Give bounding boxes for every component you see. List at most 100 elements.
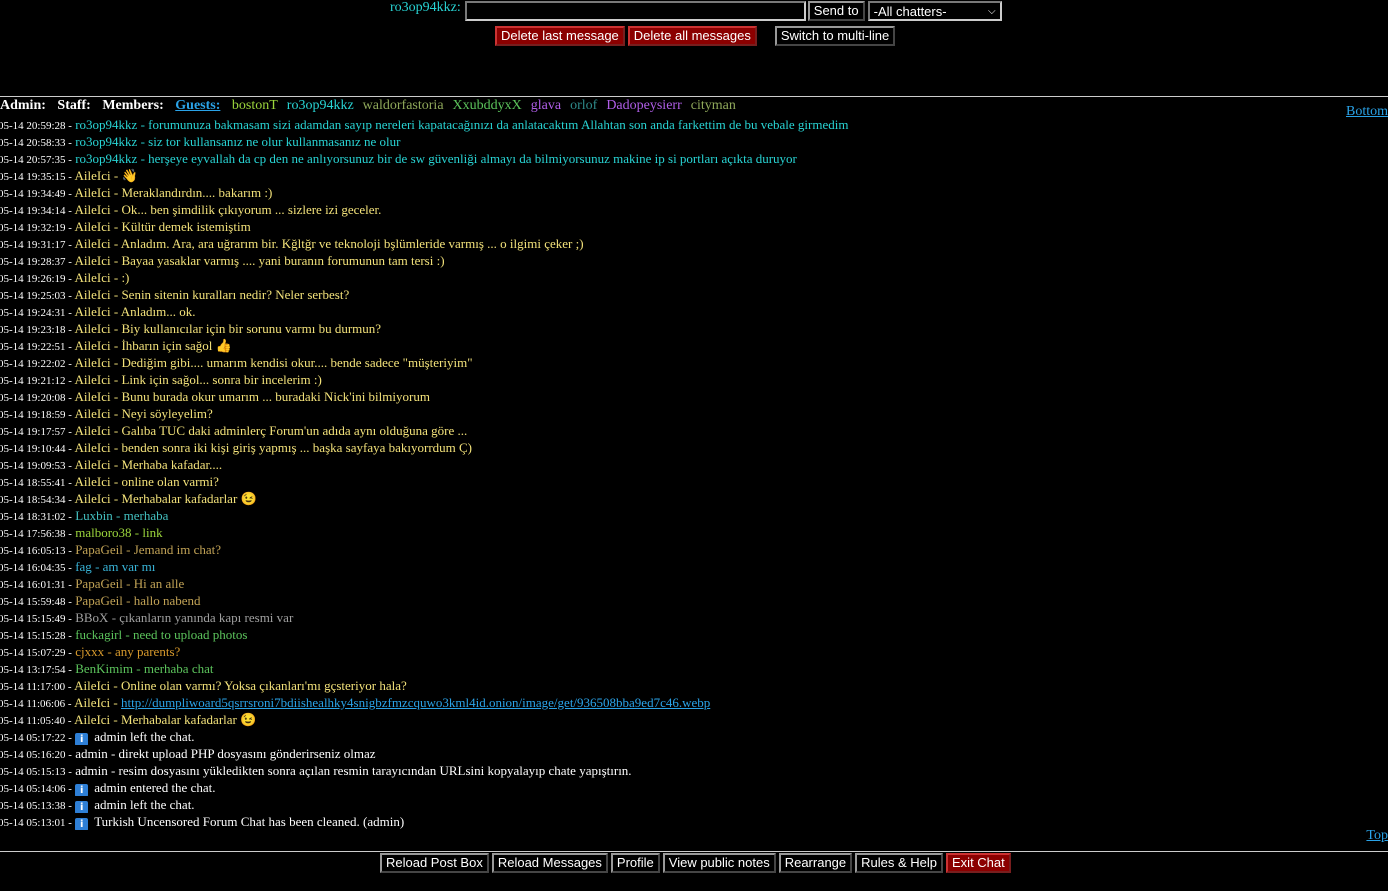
message-text: Bunu burada okur umarım ... buradaki Nic… bbox=[121, 389, 430, 404]
message-timestamp: 05-14 19:26:19 - bbox=[0, 273, 72, 285]
message-text: Dediğim gibi.... umarım kendisi okur....… bbox=[121, 355, 473, 370]
message-timestamp: 05-14 18:54:34 - bbox=[0, 494, 72, 506]
guest-list: bostonT ro3op94kkz waldorfastoria XxubddyxX… bbox=[232, 98, 745, 113]
rules-help-button[interactable]: Rules & Help bbox=[855, 853, 944, 873]
message-timestamp: 05-14 19:22:51 - bbox=[0, 341, 72, 353]
message-link[interactable]: http://dumpliwoard5qsrrsroni7bdiishealhk… bbox=[121, 695, 710, 710]
message-nick: AileIci bbox=[74, 253, 111, 268]
profile-button[interactable]: Profile bbox=[610, 853, 660, 873]
message-timestamp: 05-14 11:06:06 - bbox=[0, 698, 72, 710]
recipient-select[interactable]: -All chatters- ⌵ bbox=[867, 1, 1002, 21]
info-icon: i bbox=[75, 818, 89, 830]
rearrange-button[interactable]: Rearrange bbox=[778, 853, 853, 873]
delete-last-message-button[interactable]: Delete last message bbox=[495, 26, 625, 46]
message-row: 05-14 19:10:44 - AileIci - benden sonra … bbox=[0, 440, 473, 455]
send-button[interactable]: Send to bbox=[807, 1, 865, 21]
message-row: 05-14 19:18:59 - AileIci - Neyi söyleyel… bbox=[0, 406, 213, 421]
guest-nick[interactable]: bostonT bbox=[232, 98, 278, 113]
message-timestamp: 05-14 05:17:22 - bbox=[0, 732, 72, 744]
guest-nick[interactable]: waldorfastoria bbox=[363, 98, 444, 113]
message-nick: fag bbox=[75, 559, 92, 574]
message-nick: PapaGeil bbox=[75, 576, 123, 591]
message-nick: AileIci bbox=[74, 338, 111, 353]
message-text: Bayaa yasaklar varmış .... yani buranın … bbox=[121, 253, 445, 268]
message-text: online olan varmi? bbox=[121, 474, 219, 489]
message-timestamp: 05-14 19:10:44 - bbox=[0, 443, 72, 455]
message-row: 05-14 19:23:18 - AileIci - Biy kullanıcı… bbox=[0, 321, 382, 336]
message-row: 05-14 15:15:49 - BBoX - çıkanların yanın… bbox=[0, 610, 294, 625]
message-row: 05-14 05:14:06 - i admin entered the chat… bbox=[0, 779, 1340, 796]
message-timestamp: 05-14 19:23:18 - bbox=[0, 324, 72, 336]
message-nick: AileIci bbox=[74, 219, 111, 234]
guest-nick[interactable]: ro3op94kkz bbox=[287, 98, 354, 113]
message-nick: PapaGeil bbox=[75, 593, 123, 608]
switch-multiline-button[interactable]: Switch to multi-line bbox=[774, 26, 896, 46]
message-row: 05-14 20:58:33 - ro3op94kkz - siz tor ku… bbox=[0, 134, 401, 149]
message-row: 05-14 15:07:29 - cjxxx - any parents? bbox=[0, 644, 181, 659]
message-timestamp: 05-14 19:28:37 - bbox=[0, 256, 72, 268]
message-row: 05-14 05:13:01 - i Turkish Uncensored For… bbox=[0, 813, 1340, 830]
message-text: link bbox=[142, 525, 163, 540]
delete-all-messages-button[interactable]: Delete all messages bbox=[627, 26, 757, 46]
message-text: benden sonra iki kişi giriş yapmış ... b… bbox=[121, 440, 473, 455]
own-nick-label: ro3op94kkz: bbox=[390, 0, 461, 15]
view-public-notes-button[interactable]: View public notes bbox=[662, 853, 776, 873]
message-text: Merhaba kafadar.... bbox=[121, 457, 223, 472]
top-link[interactable]: Top bbox=[1366, 828, 1388, 844]
message-timestamp: 05-14 05:16:20 - bbox=[0, 749, 72, 761]
message-timestamp: 05-14 05:14:06 - bbox=[0, 783, 72, 795]
guest-nick[interactable]: Dadopeysierr bbox=[606, 98, 681, 113]
message-nick: AileIci bbox=[74, 372, 111, 387]
message-timestamp: 05-14 19:25:03 - bbox=[0, 290, 72, 302]
post-frame: ro3op94kkz: Send to -All chatters- ⌵ Del… bbox=[0, 0, 1388, 96]
message-nick: AileIci bbox=[74, 406, 111, 421]
message-nick: Luxbin bbox=[75, 508, 113, 523]
message-nick: cjxxx bbox=[75, 644, 105, 659]
message-row: 05-14 05:16:20 - admin - direkt upload P… bbox=[0, 746, 376, 761]
message-text: resim dosyasını yükledikten sonra açılan… bbox=[118, 763, 632, 778]
message-row: 05-14 18:54:34 - AileIci - Merhabalar ka… bbox=[0, 491, 257, 506]
top-divider bbox=[0, 96, 1388, 97]
guests-group-link[interactable]: Guests: bbox=[175, 98, 220, 113]
message-text: forumunuza bakmasam sizi adamdan sayıp n… bbox=[148, 117, 849, 132]
message-timestamp: 05-14 20:57:35 - bbox=[0, 154, 72, 166]
message-nick: AileIci bbox=[74, 304, 111, 319]
message-nick: BBoX bbox=[75, 610, 109, 625]
reload-post-box-button[interactable]: Reload Post Box bbox=[380, 853, 489, 873]
message-timestamp: 05-14 19:35:15 - bbox=[0, 171, 72, 183]
message-text: Meraklandırdın.... bakarım :) bbox=[121, 185, 273, 200]
message-row: 05-14 16:01:31 - PapaGeil - Hi an alle bbox=[0, 576, 185, 591]
message-timestamp: 05-14 19:31:17 - bbox=[0, 239, 72, 251]
message-row: 05-14 15:59:48 - PapaGeil - hallo nabend bbox=[0, 593, 201, 608]
bottom-link[interactable]: Bottom bbox=[1346, 104, 1388, 120]
message-text: hallo nabend bbox=[133, 593, 201, 608]
message-timestamp: 05-14 19:34:49 - bbox=[0, 188, 72, 200]
message-text: 👋 bbox=[121, 168, 138, 183]
message-row: 05-14 15:15:28 - fuckagirl - need to upl… bbox=[0, 627, 248, 642]
message-nick: AileIci bbox=[74, 202, 111, 217]
guest-nick[interactable]: orlof bbox=[570, 98, 597, 113]
message-timestamp: 05-14 20:58:33 - bbox=[0, 137, 72, 149]
system-message-text: admin left the chat. bbox=[94, 797, 195, 812]
reload-messages-button[interactable]: Reload Messages bbox=[491, 853, 608, 873]
message-row: 05-14 19:26:19 - AileIci - :) bbox=[0, 270, 130, 285]
exit-chat-button[interactable]: Exit Chat bbox=[946, 853, 1011, 873]
message-timestamp: 05-14 11:05:40 - bbox=[0, 715, 72, 727]
message-nick: AileIci bbox=[74, 287, 111, 302]
admin-group-label: Admin: bbox=[0, 98, 46, 113]
guest-nick[interactable]: XxubddyxX bbox=[453, 98, 522, 113]
message-row: 05-14 19:34:49 - AileIci - Meraklandırdı… bbox=[0, 185, 273, 200]
message-timestamp: 05-14 17:56:38 - bbox=[0, 528, 72, 540]
message-nick: AileIci bbox=[74, 440, 111, 455]
message-nick: AileIci bbox=[74, 355, 111, 370]
message-row: 05-14 19:35:15 - AileIci - 👋 bbox=[0, 168, 138, 183]
message-timestamp: 05-14 19:17:57 - bbox=[0, 426, 72, 438]
message-timestamp: 05-14 16:04:35 - bbox=[0, 562, 72, 574]
message-nick: PapaGeil bbox=[75, 542, 123, 557]
message-input[interactable] bbox=[464, 1, 806, 21]
message-row: 05-14 20:57:35 - ro3op94kkz - herşeye ey… bbox=[0, 151, 797, 166]
guest-nick[interactable]: cityman bbox=[691, 98, 736, 113]
guest-nick[interactable]: glava bbox=[531, 98, 561, 113]
members-group-label: Members: bbox=[102, 98, 164, 113]
message-text: Galıba TUC daki adminlerç Forum'un adıda… bbox=[121, 423, 468, 438]
